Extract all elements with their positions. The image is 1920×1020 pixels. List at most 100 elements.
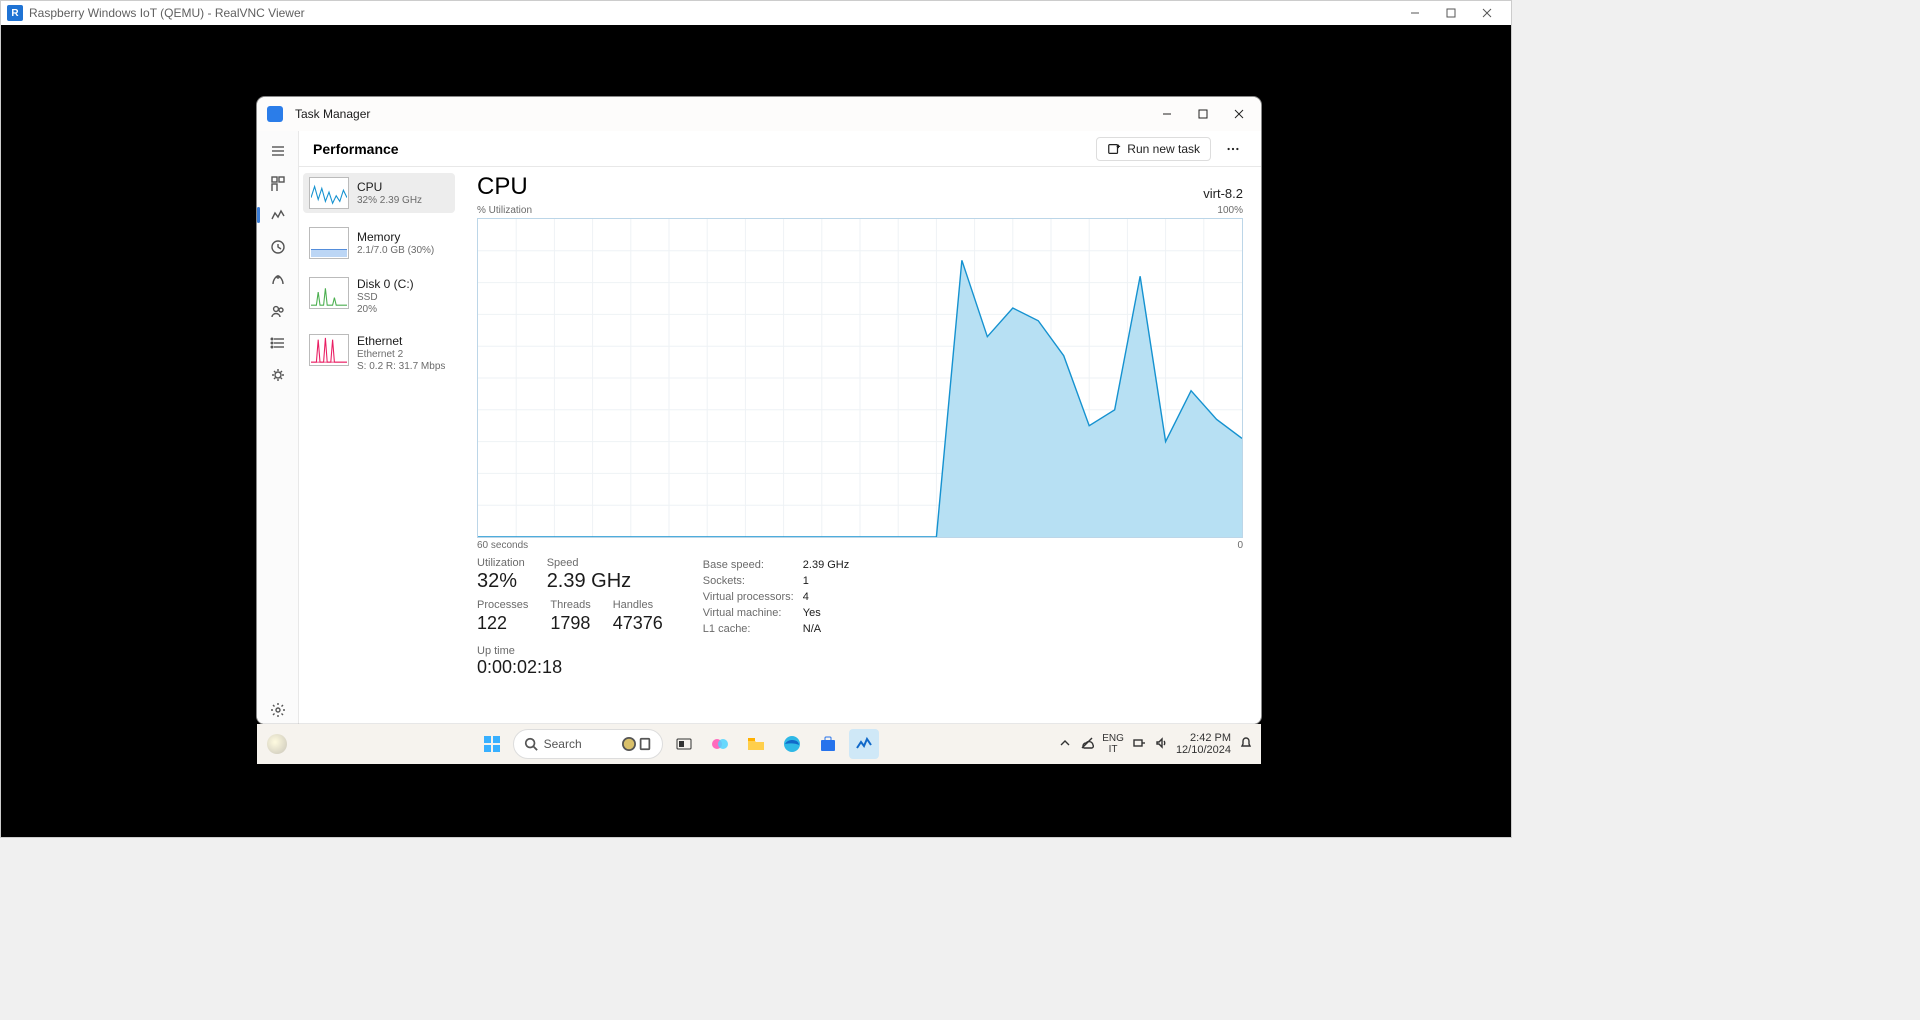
cpu-graph[interactable]: [477, 218, 1243, 538]
disk-thumb-graph: [309, 277, 349, 309]
cpu-property-key: Virtual machine:: [703, 605, 795, 621]
more-options-button[interactable]: [1219, 135, 1247, 163]
window-close-button[interactable]: [1221, 99, 1257, 129]
weather-widget-icon[interactable]: [267, 734, 287, 754]
processes-label: Processes: [477, 599, 528, 611]
taskbar-search-placeholder: Search: [544, 737, 582, 751]
taskbar-task-manager[interactable]: [849, 729, 879, 759]
taskbar-edge[interactable]: [777, 729, 807, 759]
resource-item-cpu[interactable]: CPU 32% 2.39 GHz: [303, 173, 455, 213]
nav-services[interactable]: [260, 361, 296, 389]
tray-network-icon[interactable]: [1132, 736, 1146, 753]
taskbar-file-explorer[interactable]: [741, 729, 771, 759]
cpu-panel: CPU virt-8.2 % Utilization 100%: [459, 167, 1261, 724]
resource-list: CPU 32% 2.39 GHz Memory 2.1/: [299, 167, 459, 724]
tray-onedrive-icon[interactable]: [1080, 736, 1094, 753]
resource-disk-sub1: SSD: [357, 292, 414, 304]
cpu-property: Virtual machine:Yes: [703, 605, 849, 621]
resource-eth-sub2: S: 0.2 R: 31.7 Mbps: [357, 361, 445, 373]
cpu-property-value: 2.39 GHz: [803, 557, 849, 573]
resource-item-ethernet[interactable]: Ethernet Ethernet 2 S: 0.2 R: 31.7 Mbps: [303, 330, 455, 377]
processes-value: 122: [477, 611, 528, 635]
search-icon: [524, 737, 538, 751]
vnc-maximize-button[interactable]: [1433, 1, 1469, 25]
taskbar-taskview[interactable]: [669, 729, 699, 759]
cpu-thumb-graph: [309, 177, 349, 209]
vnc-close-button[interactable]: [1469, 1, 1505, 25]
task-manager-titlebar[interactable]: Task Manager: [257, 97, 1261, 131]
tray-chevron-up-icon[interactable]: [1058, 736, 1072, 753]
run-task-icon: [1107, 142, 1121, 156]
vnc-titlebar: R Raspberry Windows IoT (QEMU) - RealVNC…: [1, 1, 1511, 25]
cpu-model: virt-8.2: [1203, 186, 1243, 201]
resource-item-disk[interactable]: Disk 0 (C:) SSD 20%: [303, 273, 455, 320]
threads-label: Threads: [550, 599, 590, 611]
tray-sound-icon[interactable]: [1154, 736, 1168, 753]
task-manager-app-icon: [267, 106, 283, 122]
run-new-task-button[interactable]: Run new task: [1096, 137, 1211, 161]
cpu-property-value: 4: [803, 589, 809, 605]
cpu-property-value: N/A: [803, 621, 821, 637]
nav-processes[interactable]: [260, 169, 296, 197]
cpu-property: Sockets: 1: [703, 573, 849, 589]
taskbar-search[interactable]: Search: [513, 729, 663, 759]
tray-clock[interactable]: 2:42 PM 12/10/2024: [1176, 732, 1231, 756]
speed-value: 2.39 GHz: [547, 569, 631, 593]
memory-thumb-graph: [309, 227, 349, 259]
vnc-title: Raspberry Windows IoT (QEMU) - RealVNC V…: [29, 6, 1397, 20]
cpu-property: Virtual processors: 4: [703, 589, 849, 605]
cpu-heading: CPU: [477, 173, 528, 201]
start-button[interactable]: [477, 729, 507, 759]
section-title: Performance: [313, 141, 1096, 157]
ethernet-thumb-graph: [309, 334, 349, 366]
nav-users[interactable]: [260, 297, 296, 325]
resource-cpu-title: CPU: [357, 180, 422, 195]
task-manager-title: Task Manager: [295, 107, 1149, 121]
threads-value: 1798: [550, 611, 590, 635]
cpu-property-key: Virtual processors:: [703, 589, 795, 605]
resource-eth-title: Ethernet: [357, 334, 445, 349]
nav-rail: [257, 131, 299, 724]
cpu-properties: Base speed:2.39 GHzSockets:1Virtual proc…: [703, 557, 849, 637]
utilization-value: 32%: [477, 569, 525, 593]
resource-eth-sub1: Ethernet 2: [357, 349, 445, 361]
tray-notifications-icon[interactable]: [1239, 736, 1253, 753]
handles-label: Handles: [613, 599, 663, 611]
taskbar[interactable]: Search ENG IT: [257, 724, 1261, 764]
cpu-property: Base speed: 2.39 GHz: [703, 557, 849, 573]
task-manager-window: Task Manager: [257, 97, 1261, 724]
uptime-value: 0:00:02:18: [477, 657, 663, 678]
nav-startup[interactable]: [260, 265, 296, 293]
cpu-ymax: 100%: [1217, 205, 1243, 216]
tray-language[interactable]: ENG IT: [1102, 733, 1124, 755]
nav-performance[interactable]: [260, 201, 296, 229]
nav-settings[interactable]: [260, 696, 296, 724]
window-maximize-button[interactable]: [1185, 99, 1221, 129]
vnc-minimize-button[interactable]: [1397, 1, 1433, 25]
resource-disk-sub2: 20%: [357, 304, 414, 316]
cpu-property-key: L1 cache:: [703, 621, 795, 637]
nav-details[interactable]: [260, 329, 296, 357]
nav-hamburger[interactable]: [260, 137, 296, 165]
taskbar-copilot[interactable]: [705, 729, 735, 759]
section-header: Performance Run new task: [299, 131, 1261, 167]
resource-memory-title: Memory: [357, 230, 434, 245]
resource-disk-title: Disk 0 (C:): [357, 277, 414, 292]
realvnc-icon: R: [7, 5, 23, 21]
remote-screen: Task Manager: [1, 25, 1511, 837]
nav-app-history[interactable]: [260, 233, 296, 261]
cpu-stats-left: Utilization 32% Speed 2.39 GHz: [477, 557, 663, 678]
cpu-xlabel-right: 0: [1237, 540, 1243, 551]
vnc-window: R Raspberry Windows IoT (QEMU) - RealVNC…: [0, 0, 1512, 838]
cpu-property-key: Sockets:: [703, 573, 795, 589]
cpu-property-value: 1: [803, 573, 809, 589]
resource-memory-sub: 2.1/7.0 GB (30%): [357, 245, 434, 257]
resource-item-memory[interactable]: Memory 2.1/7.0 GB (30%): [303, 223, 455, 263]
cpu-xlabel-left: 60 seconds: [477, 540, 528, 551]
taskbar-store[interactable]: [813, 729, 843, 759]
cpu-property-key: Base speed:: [703, 557, 795, 573]
resource-cpu-sub: 32% 2.39 GHz: [357, 195, 422, 207]
window-minimize-button[interactable]: [1149, 99, 1185, 129]
search-highlight-icon: [622, 737, 652, 751]
cpu-property: L1 cache: N/A: [703, 621, 849, 637]
